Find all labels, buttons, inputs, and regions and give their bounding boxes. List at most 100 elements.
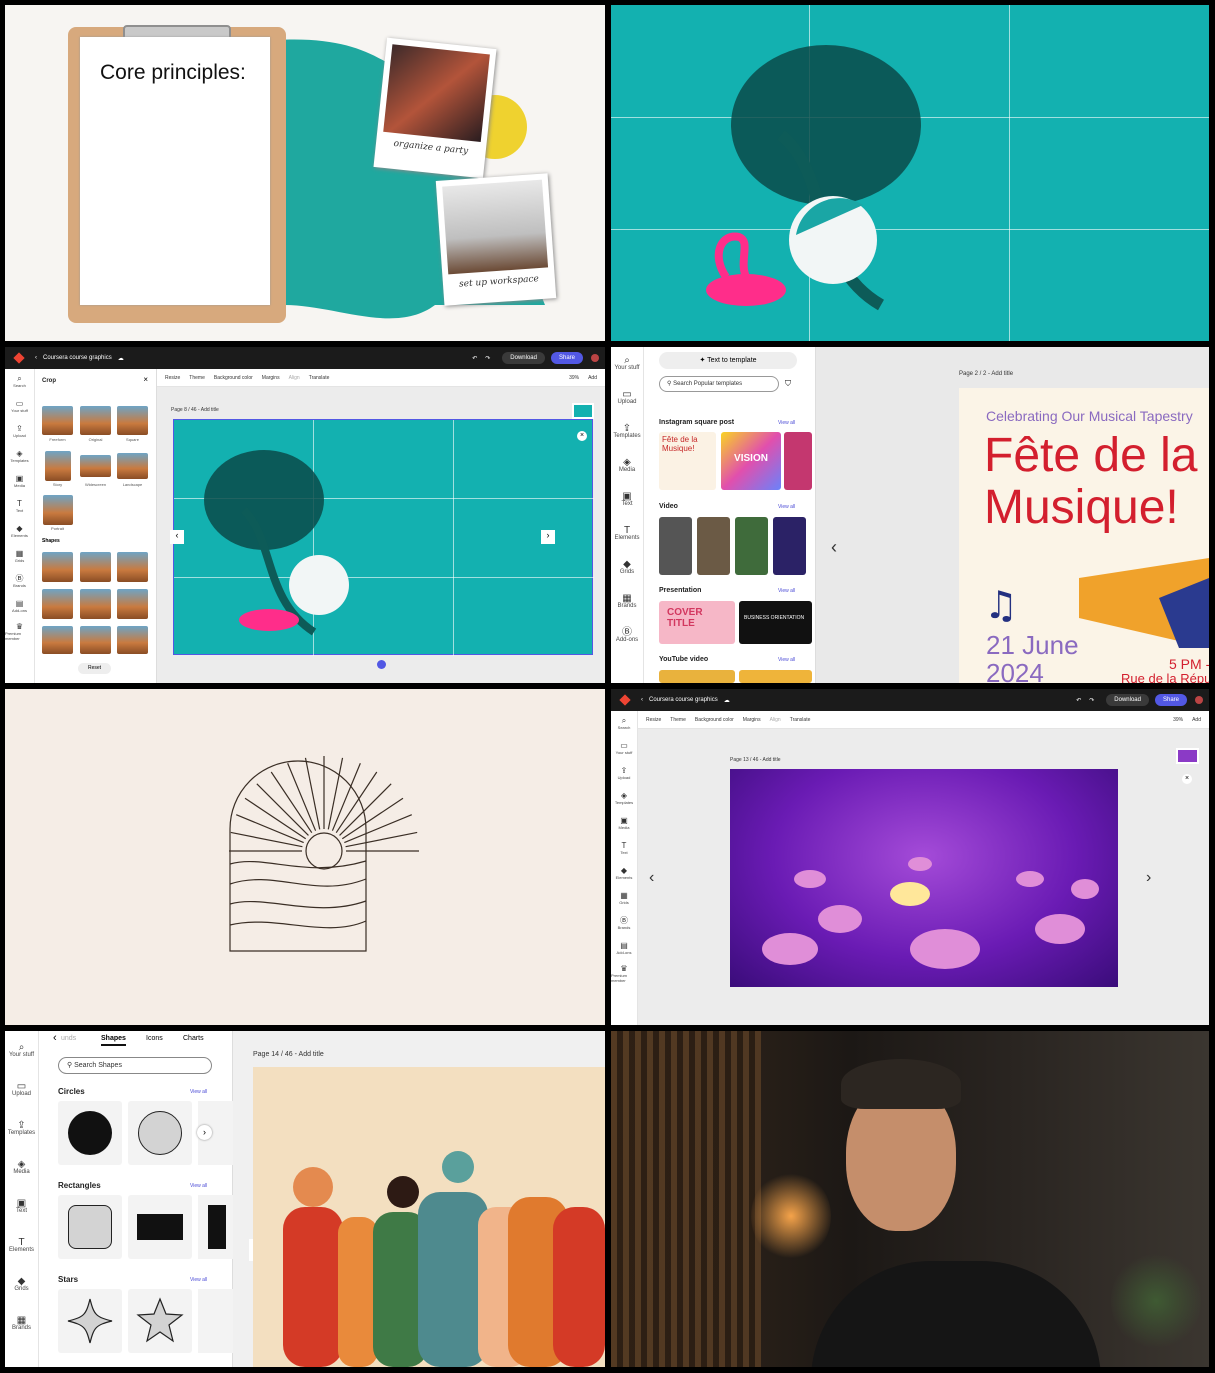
back-chevron-icon[interactable]: ‹ [641, 697, 643, 703]
background-color-button[interactable]: Background color [214, 375, 253, 381]
app-logo-icon[interactable] [619, 694, 631, 706]
rail-item[interactable]: ⇪ Templates [5, 1109, 38, 1148]
video-thumb[interactable] [659, 517, 692, 575]
close-icon[interactable]: × [1182, 774, 1192, 784]
page-thumbnail[interactable] [572, 403, 594, 419]
view-all-link[interactable]: View all [190, 1183, 207, 1189]
text-to-template-button[interactable]: ✦ Text to template [659, 352, 797, 369]
rail-item[interactable]: ▭ Your stuff [5, 394, 34, 419]
view-all-link[interactable]: View all [778, 588, 795, 594]
share-button[interactable]: Share [550, 352, 583, 364]
next-arrow-icon[interactable]: › [197, 1125, 212, 1140]
rail-item[interactable]: ▣ Text [5, 1187, 38, 1226]
add-button[interactable]: Add [1192, 717, 1201, 723]
translate-button[interactable]: Translate [309, 375, 330, 381]
video-thumb[interactable] [773, 517, 806, 575]
theme-button[interactable]: Theme [189, 375, 205, 381]
rail-item[interactable]: Ⓑ Brands [611, 911, 637, 936]
rail-item[interactable]: ▣ Media [5, 469, 34, 494]
video-thumb[interactable] [697, 517, 730, 575]
rail-item[interactable]: ⌕ Your stuff [5, 1031, 38, 1070]
translate-button[interactable]: Translate [790, 717, 811, 723]
template-thumb[interactable] [784, 432, 812, 490]
ratio-original[interactable]: Original [80, 437, 111, 442]
rail-item[interactable]: T Elements [5, 1226, 38, 1265]
people-illustration[interactable] [253, 1067, 605, 1367]
redo-icon[interactable]: ↷ [1089, 697, 1094, 704]
youtube-thumb[interactable] [659, 670, 735, 683]
zoom-level[interactable]: 39% [1173, 717, 1183, 723]
rail-item[interactable]: ◆ Grids [611, 551, 643, 585]
template-thumb[interactable]: Fête de la Musique! [659, 432, 716, 490]
ratio-landscape[interactable]: Landscape [117, 482, 148, 487]
background-color-button[interactable]: Background color [695, 717, 734, 723]
rail-item[interactable]: ♛ Premium member [611, 961, 637, 986]
view-all-link[interactable]: View all [190, 1277, 207, 1283]
rail-item[interactable]: ◆ Grids [5, 1265, 38, 1304]
theme-button[interactable]: Theme [670, 717, 686, 723]
shape-tile[interactable] [58, 1195, 122, 1259]
next-arrow-icon[interactable]: › [1146, 869, 1151, 887]
rail-item[interactable]: ◈ Media [5, 1148, 38, 1187]
add-button[interactable]: Add [588, 375, 597, 381]
ratio-freeform[interactable]: Freeform [42, 437, 73, 442]
view-all-link[interactable]: View all [778, 657, 795, 663]
rail-item[interactable]: ◈ Templates [5, 444, 34, 469]
next-arrow-icon[interactable]: › [541, 530, 555, 544]
poster-canvas[interactable]: Celebrating Our Musical Tapestry Fête de… [959, 388, 1209, 683]
shape-tile[interactable] [128, 1289, 192, 1353]
doc-title[interactable]: Coursera course graphics [43, 355, 112, 361]
rail-item[interactable]: ♛ Premium member [5, 619, 34, 644]
rail-item[interactable]: Ⓑ Brands [5, 569, 34, 594]
view-all-link[interactable]: View all [778, 504, 795, 510]
rail-item[interactable]: ▭ Upload [5, 1070, 38, 1109]
rail-item[interactable]: T Text [611, 836, 637, 861]
tab-charts[interactable]: Charts [183, 1035, 204, 1042]
rail-item[interactable]: ⇪ Templates [611, 415, 643, 449]
youtube-thumb[interactable] [739, 670, 812, 683]
shape-tile[interactable] [58, 1101, 122, 1165]
canvas-image[interactable]: ‹ › [170, 419, 594, 656]
zoom-level[interactable]: 39% [569, 375, 579, 381]
rail-item[interactable]: ◆ Elements [611, 861, 637, 886]
tab-icons[interactable]: Icons [146, 1035, 163, 1042]
undo-icon[interactable]: ↶ [1076, 697, 1081, 704]
back-chevron-icon[interactable]: ‹ [53, 1032, 57, 1044]
shape-tile[interactable] [198, 1289, 233, 1353]
close-icon[interactable]: × [577, 431, 587, 441]
rail-item[interactable]: ▦ Grids [611, 886, 637, 911]
app-logo-icon[interactable] [13, 352, 25, 364]
page-thumbnail[interactable] [1176, 748, 1199, 764]
search-input[interactable]: ⚲ Search Shapes [58, 1057, 212, 1074]
resize-button[interactable]: Resize [646, 717, 661, 723]
close-icon[interactable]: × [143, 375, 148, 384]
presentation-thumb[interactable]: BUSINESS ORIENTATION [739, 601, 812, 644]
rail-item[interactable]: ▣ Media [611, 811, 637, 836]
shape-tile[interactable] [198, 1195, 233, 1259]
canvas-image[interactable] [730, 769, 1118, 987]
download-button[interactable]: Download [502, 352, 545, 364]
rail-item[interactable]: ⇪ Upload [5, 419, 34, 444]
shape-tile[interactable] [128, 1195, 192, 1259]
filter-icon[interactable]: ⛉ [785, 379, 791, 389]
reset-button[interactable]: Reset [78, 663, 111, 674]
tab-shapes[interactable]: Shapes [101, 1035, 126, 1046]
share-button[interactable]: Share [1154, 694, 1187, 706]
ratio-story[interactable]: Story [42, 482, 73, 487]
rail-item[interactable]: ▭ Upload [611, 381, 643, 415]
rail-item[interactable]: T Text [5, 494, 34, 519]
presentation-thumb[interactable]: COVER TITLE [659, 601, 735, 644]
rail-item[interactable]: ⌕ Your stuff [611, 347, 643, 381]
download-button[interactable]: Download [1106, 694, 1149, 706]
rail-item[interactable]: ▤ Add-ons [611, 936, 637, 961]
rotate-handle-icon[interactable] [377, 660, 386, 669]
view-all-link[interactable]: View all [190, 1089, 207, 1095]
margins-button[interactable]: Margins [262, 375, 280, 381]
margins-button[interactable]: Margins [743, 717, 761, 723]
rail-item[interactable]: ⌕ Search [5, 369, 34, 394]
rail-item[interactable]: ▦ Brands [5, 1304, 38, 1343]
rail-item[interactable]: ▦ Grids [5, 544, 34, 569]
rail-item[interactable]: ⌕ Search [611, 711, 637, 736]
search-input[interactable]: ⚲ Search Popular templates [659, 376, 779, 392]
prev-arrow-icon[interactable]: ‹ [649, 869, 654, 887]
